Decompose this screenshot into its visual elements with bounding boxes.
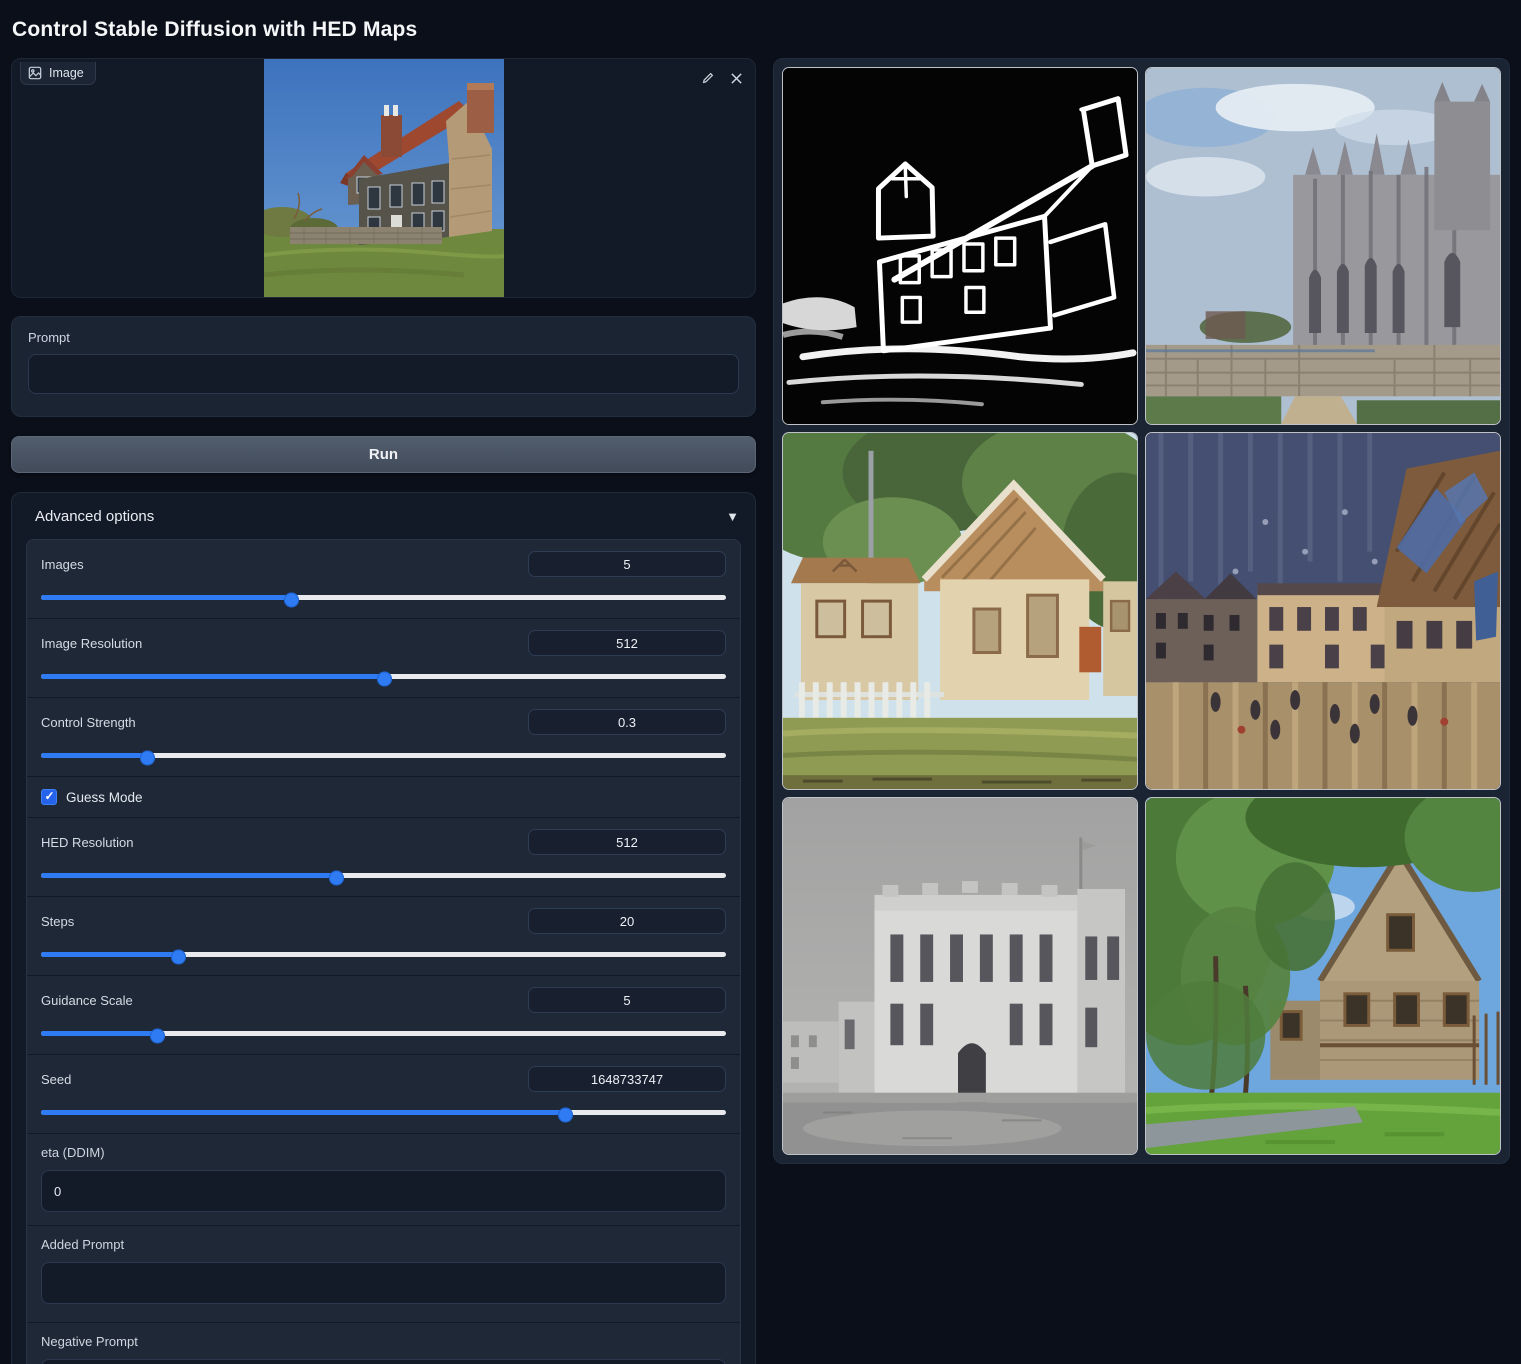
added-prompt-row: Added Prompt bbox=[27, 1226, 740, 1323]
cathedral-image bbox=[1146, 68, 1500, 424]
images-slider-handle[interactable] bbox=[284, 593, 299, 608]
slider-row-hed-resolution: HED Resolution bbox=[27, 818, 740, 897]
images-slider[interactable] bbox=[41, 590, 726, 605]
image-toolbar bbox=[697, 67, 747, 89]
seed-slider-handle[interactable] bbox=[558, 1108, 573, 1123]
guess-mode-label: Guess Mode bbox=[66, 790, 143, 805]
image-resolution-value-input[interactable] bbox=[528, 630, 726, 656]
guess-mode-row: Guess Mode bbox=[27, 777, 740, 818]
chevron-down-icon: ▼ bbox=[726, 509, 739, 524]
cottage-image bbox=[783, 433, 1137, 789]
uploaded-image bbox=[264, 59, 504, 297]
steps-slider-handle[interactable] bbox=[171, 950, 186, 965]
hed-map-image bbox=[783, 68, 1137, 424]
steps-label: Steps bbox=[41, 914, 74, 929]
images-label: Images bbox=[41, 557, 84, 572]
grayscale-building-image bbox=[783, 798, 1137, 1154]
output-column bbox=[773, 58, 1510, 1164]
added-prompt-input[interactable] bbox=[41, 1262, 726, 1304]
hed-resolution-slider[interactable] bbox=[41, 868, 726, 883]
prompt-label: Prompt bbox=[28, 330, 739, 345]
main-layout: Image bbox=[11, 58, 1510, 1364]
control-strength-value-input[interactable] bbox=[528, 709, 726, 735]
image-resolution-slider[interactable] bbox=[41, 669, 726, 684]
stone-house-image bbox=[1146, 798, 1500, 1154]
negative-prompt-row: Negative Prompt bbox=[27, 1323, 740, 1364]
image-icon bbox=[28, 66, 42, 80]
gallery-item-cathedral[interactable] bbox=[1145, 67, 1501, 425]
clear-image-button[interactable] bbox=[725, 67, 747, 89]
gallery-item-cottage[interactable] bbox=[782, 432, 1138, 790]
gallery-item-rainy-painting[interactable] bbox=[1145, 432, 1501, 790]
eta-label: eta (DDIM) bbox=[41, 1145, 726, 1160]
steps-slider[interactable] bbox=[41, 947, 726, 962]
advanced-options-title: Advanced options bbox=[35, 508, 154, 525]
negative-prompt-input[interactable] bbox=[41, 1359, 726, 1364]
added-prompt-label: Added Prompt bbox=[41, 1237, 726, 1252]
slider-row-steps: Steps bbox=[27, 897, 740, 976]
page-title: Control Stable Diffusion with HED Maps bbox=[12, 18, 1510, 42]
control-strength-slider[interactable] bbox=[41, 748, 726, 763]
guidance-scale-value-input[interactable] bbox=[528, 987, 726, 1013]
slider-row-image-resolution: Image Resolution bbox=[27, 619, 740, 698]
hed-resolution-label: HED Resolution bbox=[41, 835, 134, 850]
eta-row: eta (DDIM) bbox=[27, 1134, 740, 1226]
pencil-icon bbox=[701, 71, 715, 85]
control-strength-slider-handle[interactable] bbox=[140, 751, 155, 766]
gallery-item-hed-map[interactable] bbox=[782, 67, 1138, 425]
hed-resolution-slider-handle[interactable] bbox=[329, 871, 344, 886]
images-value-input[interactable] bbox=[528, 551, 726, 577]
negative-prompt-label: Negative Prompt bbox=[41, 1334, 726, 1349]
gallery-item-grayscale-building[interactable] bbox=[782, 797, 1138, 1155]
house-photo bbox=[264, 59, 504, 297]
seed-value-input[interactable] bbox=[528, 1066, 726, 1092]
eta-input[interactable] bbox=[41, 1170, 726, 1212]
app-window: Control Stable Diffusion with HED Maps I… bbox=[0, 0, 1521, 1364]
slider-row-images: Images bbox=[27, 540, 740, 619]
guess-mode-checkbox[interactable] bbox=[41, 789, 57, 805]
slider-row-control-strength: Control Strength bbox=[27, 698, 740, 777]
image-upload-area[interactable]: Image bbox=[11, 58, 756, 298]
edit-image-button[interactable] bbox=[697, 67, 719, 89]
controls-column: Image bbox=[11, 58, 756, 1364]
image-resolution-label: Image Resolution bbox=[41, 636, 142, 651]
close-icon bbox=[730, 72, 743, 85]
prompt-input[interactable] bbox=[28, 354, 739, 394]
advanced-options-header[interactable]: Advanced options ▼ bbox=[26, 506, 741, 525]
control-strength-label: Control Strength bbox=[41, 715, 136, 730]
slider-row-guidance-scale: Guidance Scale bbox=[27, 976, 740, 1055]
advanced-options-accordion: Advanced options ▼ Images bbox=[11, 492, 756, 1364]
steps-value-input[interactable] bbox=[528, 908, 726, 934]
image-component-label: Image bbox=[20, 62, 96, 85]
gallery-item-stone-house[interactable] bbox=[1145, 797, 1501, 1155]
image-resolution-slider-handle[interactable] bbox=[377, 672, 392, 687]
guidance-scale-label: Guidance Scale bbox=[41, 993, 133, 1008]
seed-slider[interactable] bbox=[41, 1105, 726, 1120]
seed-label: Seed bbox=[41, 1072, 71, 1087]
prompt-block: Prompt bbox=[11, 316, 756, 417]
slider-row-seed: Seed bbox=[27, 1055, 740, 1134]
run-button[interactable]: Run bbox=[11, 436, 756, 473]
guidance-scale-slider-handle[interactable] bbox=[150, 1029, 165, 1044]
hed-resolution-value-input[interactable] bbox=[528, 829, 726, 855]
advanced-options-form: Images Image Resolution bbox=[26, 539, 741, 1364]
result-gallery bbox=[773, 58, 1510, 1164]
guidance-scale-slider[interactable] bbox=[41, 1026, 726, 1041]
rainy-painting-image bbox=[1146, 433, 1500, 789]
